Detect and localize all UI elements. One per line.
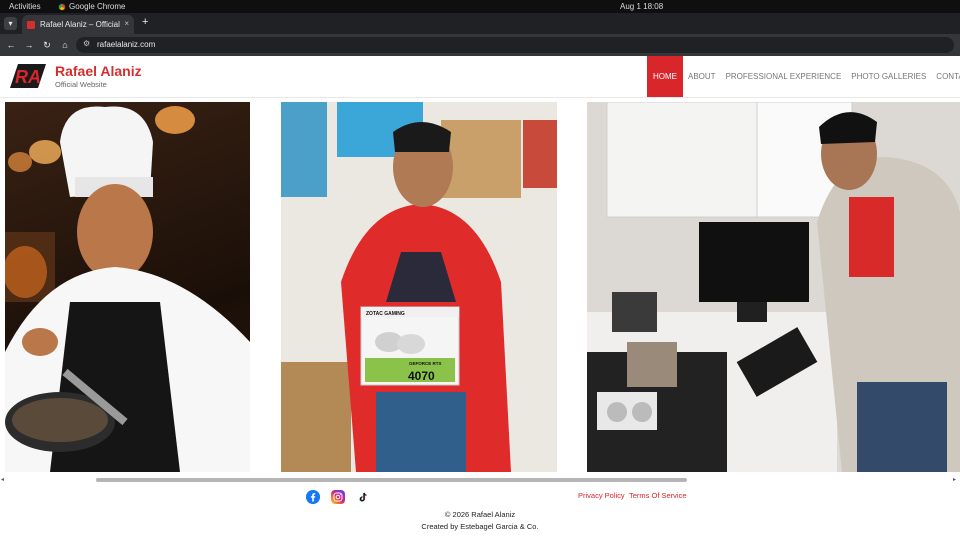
gpu-box-photo[interactable]: ZOTAC GAMING GEFORCE RTX 4070 [281,102,557,472]
os-top-bar: Activities Google Chrome Aug 1 18:08 [0,0,960,13]
gpu-box-illustration: ZOTAC GAMING GEFORCE RTX 4070 [281,102,557,472]
new-tab-button[interactable]: + [142,17,148,28]
nav-professional-experience[interactable]: PROFESSIONAL EXPERIENCE [721,56,847,97]
tab-search-button[interactable]: ▾ [4,17,17,30]
nav-about[interactable]: ABOUT [683,56,721,97]
horizontal-scrollbar[interactable]: ◂ ▸ [0,475,960,485]
app-menu[interactable]: Google Chrome [58,2,125,11]
gpu-box-model: GEFORCE RTX [409,361,442,366]
tiktok-icon[interactable] [356,490,370,504]
credit-text: Created by Estebagel Garcia & Co. [421,522,539,531]
site-info-icon[interactable]: ⚙ [83,39,90,48]
nav-photo-galleries[interactable]: PHOTO GALLERIES [846,56,931,97]
privacy-policy-link[interactable]: Privacy Policy [578,491,625,500]
browser-toolbar: ← → ↻ ⌂ ⚙ rafaelalaniz.com [0,34,960,56]
pc-build-photo[interactable] [587,102,960,472]
address-bar[interactable]: ⚙ rafaelalaniz.com [76,37,954,53]
ra-logo-icon[interactable]: RA [8,61,48,91]
app-name: Google Chrome [69,2,126,11]
site-footer: Privacy Policy Terms Of Service © 2026 R… [0,485,960,540]
scroll-right-arrow-icon[interactable]: ▸ [953,476,956,483]
nav-contact[interactable]: CONTACT [931,56,960,97]
logo-text: RA [15,67,41,87]
main-nav: HOME ABOUT PROFESSIONAL EXPERIENCE PHOTO… [647,56,960,97]
nav-home[interactable]: HOME [647,56,683,97]
chrome-icon [58,2,66,11]
copyright-text: © 2026 Rafael Alaniz [444,510,516,519]
browser-tab-active[interactable]: Rafael Alaniz – Official W × [22,15,134,34]
forward-icon[interactable]: → [22,38,36,52]
tab-close-icon[interactable]: × [124,19,129,28]
activities-button[interactable]: Activities [9,2,41,11]
gpu-box-number: 4070 [408,369,435,383]
photo-gallery: ZOTAC GAMING GEFORCE RTX 4070 [0,102,960,472]
chef-photo[interactable] [5,102,250,472]
terms-of-service-link[interactable]: Terms Of Service [629,491,687,500]
clock[interactable]: Aug 1 18:08 [620,2,663,11]
instagram-icon[interactable] [331,490,345,504]
home-icon[interactable]: ⌂ [58,38,72,52]
back-icon[interactable]: ← [4,38,18,52]
scroll-left-arrow-icon[interactable]: ◂ [1,476,4,483]
site-subtitle: Official Website [55,80,107,89]
site-header: RA Rafael Alaniz Official Website HOME A… [0,56,960,98]
favicon-icon [27,20,35,29]
tab-strip: ▾ Rafael Alaniz – Official W × + [0,13,960,34]
pc-build-illustration [587,102,960,472]
gpu-box-brand: ZOTAC GAMING [366,311,405,317]
facebook-icon[interactable] [306,490,320,504]
chef-illustration [5,106,250,472]
scrollbar-thumb[interactable] [96,478,687,482]
url-text[interactable]: rafaelalaniz.com [97,40,155,49]
tab-title: Rafael Alaniz – Official W [40,20,122,29]
site-title[interactable]: Rafael Alaniz [55,63,142,79]
reload-icon[interactable]: ↻ [40,38,54,52]
